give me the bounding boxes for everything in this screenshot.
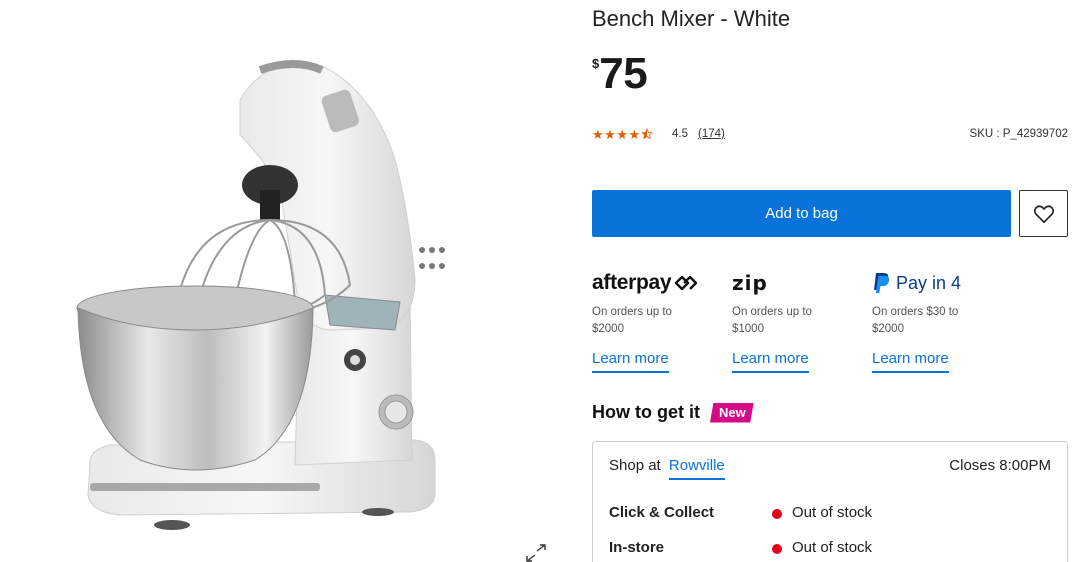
star-icon: ★: [628, 127, 641, 142]
shop-at-row: Shop at Rowville: [609, 457, 725, 480]
afterpay-logo: afterpay: [592, 268, 722, 298]
new-badge: New: [709, 402, 754, 423]
product-details: Bench Mixer - White $ 75 ★★★★ 4.5 (174) …: [592, 0, 1068, 562]
paypal-logo: Pay in 4: [872, 268, 1002, 298]
paypal-icon: [874, 273, 890, 293]
paypal-learn-more-link[interactable]: Learn more: [872, 350, 949, 373]
paypal-pay-in-4-text: Pay in 4: [896, 272, 962, 293]
review-count-link[interactable]: (174): [698, 128, 725, 140]
product-image-pane: [0, 0, 560, 562]
wishlist-button[interactable]: [1019, 190, 1068, 237]
payment-option-zip: zip On orders up to $1000 Learn more: [732, 268, 862, 373]
sku-label: SKU : P_42939702: [969, 128, 1068, 140]
zip-logo-text: zip: [732, 271, 768, 295]
heart-icon: [1033, 204, 1054, 223]
out-of-stock-dot-icon: [772, 509, 782, 519]
payment-option-afterpay: afterpay On orders up to $2000 Learn more: [592, 268, 722, 373]
store-availability-panel: Shop at Rowville Closes 8:00PM Click & C…: [592, 441, 1068, 562]
price-currency: $: [592, 56, 600, 71]
availability-label: In-store: [609, 539, 665, 556]
availability-status: Out of stock: [792, 504, 873, 521]
afterpay-description: On orders up to $2000: [592, 306, 672, 335]
star-icon: ★: [604, 127, 617, 142]
afterpay-learn-more-link[interactable]: Learn more: [592, 350, 669, 373]
payment-option-paypal: Pay in 4 On orders $30 to $2000 Learn mor…: [872, 268, 1002, 373]
zip-logo: zip: [732, 268, 862, 298]
product-image[interactable]: [60, 40, 500, 550]
availability-label: Click & Collect: [609, 504, 715, 521]
afterpay-arrows-icon: [675, 275, 698, 291]
product-price: $ 75: [592, 49, 648, 98]
fulfilment-heading: How to get it: [592, 402, 700, 422]
star-icon: ★: [616, 127, 629, 142]
half-star-icon: [640, 127, 653, 142]
rating-value: 4.5: [672, 128, 688, 140]
star-rating: ★★★★: [592, 127, 653, 143]
expand-icon[interactable]: [526, 544, 548, 562]
store-closing-time: Closes 8:00PM: [949, 457, 1051, 474]
shop-at-label: Shop at: [609, 457, 661, 474]
add-to-bag-button[interactable]: Add to bag: [592, 190, 1011, 237]
out-of-stock-dot-icon: [772, 544, 782, 554]
fulfilment-heading-row: How to get it New: [592, 402, 754, 423]
price-amount: 75: [599, 49, 648, 98]
availability-status: Out of stock: [792, 539, 873, 556]
rating-row: ★★★★ 4.5 (174) SKU : P_42939702: [592, 126, 1068, 144]
store-selector-link[interactable]: Rowville: [668, 457, 725, 480]
zip-learn-more-link[interactable]: Learn more: [732, 350, 809, 373]
paypal-description: On orders $30 to $2000: [872, 306, 959, 335]
zip-description: On orders up to $1000: [732, 306, 812, 335]
star-icon: ★: [592, 127, 605, 142]
product-title: Bench Mixer - White: [592, 6, 791, 31]
